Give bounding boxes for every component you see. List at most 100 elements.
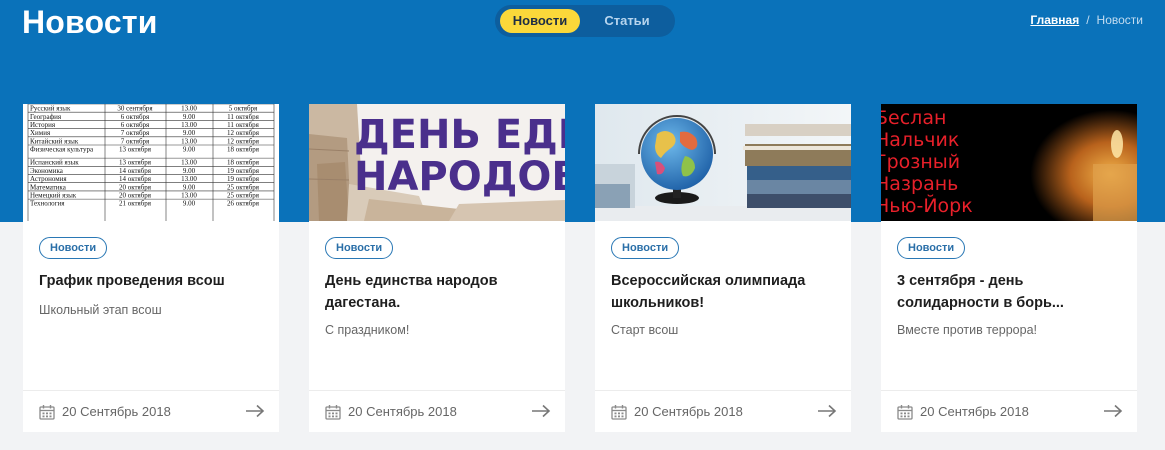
card-footer: 20 Сентябрь 2018 bbox=[23, 390, 279, 432]
schedule-cell: 9.00 bbox=[183, 167, 196, 175]
card-title[interactable]: Всероссийская олимпиада школьников! bbox=[611, 270, 837, 314]
schedule-cell: Китайский язык bbox=[30, 137, 79, 145]
schedule-cell: Русский язык bbox=[30, 105, 71, 113]
schedule-cell: Физическая культура bbox=[30, 146, 94, 154]
card-footer: 20 Сентябрь 2018 bbox=[881, 390, 1137, 432]
news-card[interactable]: ДЕНЬ ЕДИН НАРОДОВ Д Новости День единств… bbox=[309, 104, 565, 432]
card-excerpt: Школьный этап всош bbox=[39, 303, 162, 317]
schedule-cell: 26 октября bbox=[227, 200, 260, 208]
calendar-icon bbox=[39, 405, 55, 420]
schedule-cell: Математика bbox=[30, 183, 67, 191]
schedule-cell: 30 сентября bbox=[117, 105, 153, 113]
schedule-cell: Астрономия bbox=[30, 175, 67, 183]
schedule-cell: Экономика bbox=[30, 167, 64, 175]
page-title: Новости bbox=[22, 4, 158, 40]
card-excerpt: Старт всош bbox=[611, 323, 679, 337]
category-badge[interactable]: Новости bbox=[897, 237, 966, 259]
card-date: 20 Сентябрь 2018 bbox=[62, 404, 171, 419]
schedule-cell: 12 октября bbox=[227, 137, 260, 145]
schedule-cell: География bbox=[30, 113, 62, 121]
card-title[interactable]: 3 сентября - день солидарности в борь... bbox=[897, 270, 1123, 314]
unity-day-line2: НАРОДОВ Д bbox=[354, 154, 565, 200]
schedule-cell: 13.00 bbox=[181, 159, 197, 167]
solidarity-image: БесланНальчикГрозныйНазраньНью-Йорк bbox=[881, 104, 1137, 221]
arrow-right-icon[interactable] bbox=[817, 404, 837, 418]
schedule-cell: 18 октября bbox=[227, 146, 260, 154]
schedule-cell: 21 октября bbox=[119, 200, 152, 208]
city-name: Грозный bbox=[881, 151, 960, 173]
schedule-cell: 13.00 bbox=[181, 137, 197, 145]
city-name: Нальчик bbox=[881, 129, 959, 151]
schedule-cell: Технология bbox=[30, 200, 65, 208]
schedule-cell: 6 октября bbox=[121, 121, 150, 129]
breadcrumb-current: Новости bbox=[1096, 13, 1143, 27]
calendar-icon bbox=[897, 405, 913, 420]
section-switcher: Новости Статьи bbox=[495, 5, 675, 37]
schedule-cell: История bbox=[30, 121, 56, 129]
schedule-cell: 7 октября bbox=[121, 137, 150, 145]
city-name: Беслан bbox=[881, 107, 946, 129]
schedule-cell: 13.00 bbox=[181, 105, 197, 113]
schedule-cell: 20 октября bbox=[119, 192, 152, 200]
city-name: Назрань bbox=[881, 173, 958, 195]
tab-articles[interactable]: Статьи bbox=[587, 9, 667, 33]
category-badge[interactable]: Новости bbox=[325, 237, 394, 259]
card-excerpt: С праздником! bbox=[325, 323, 410, 337]
card-title[interactable]: График проведения всош bbox=[39, 270, 265, 292]
schedule-cell: 6 октября bbox=[121, 113, 150, 121]
card-image-olympiad[interactable] bbox=[595, 104, 851, 221]
tab-news[interactable]: Новости bbox=[500, 9, 580, 33]
schedule-cell: 9.00 bbox=[183, 113, 196, 121]
schedule-cell: Испанский язык bbox=[30, 159, 79, 167]
card-excerpt: Вместе против террора! bbox=[897, 323, 1037, 337]
schedule-cell: 9.00 bbox=[183, 200, 196, 208]
schedule-cell: 11 октября bbox=[227, 113, 260, 121]
news-card[interactable]: Русский язык 30 сентября 13.00 5 октября Гео… bbox=[23, 104, 279, 432]
card-footer: 20 Сентябрь 2018 bbox=[595, 390, 851, 432]
news-card[interactable]: Новости Всероссийская олимпиада школьник… bbox=[595, 104, 851, 432]
schedule-cell: 9.00 bbox=[183, 183, 196, 191]
schedule-cell: 13.00 bbox=[181, 121, 197, 129]
schedule-cell: 25 октября bbox=[227, 192, 260, 200]
calendar-icon bbox=[325, 405, 341, 420]
card-title[interactable]: День единства народов дагестана. bbox=[325, 270, 551, 314]
globe-books-image bbox=[595, 104, 851, 221]
schedule-cell: Химия bbox=[30, 129, 51, 137]
category-badge[interactable]: Новости bbox=[611, 237, 680, 259]
breadcrumb-separator: / bbox=[1086, 13, 1090, 27]
schedule-table-image: Русский язык 30 сентября 13.00 5 октября Гео… bbox=[23, 104, 279, 221]
schedule-cell: 14 октября bbox=[119, 167, 152, 175]
arrow-right-icon[interactable] bbox=[245, 404, 265, 418]
card-image-schedule[interactable]: Русский язык 30 сентября 13.00 5 октября Гео… bbox=[23, 104, 279, 221]
card-image-unity-day[interactable]: ДЕНЬ ЕДИН НАРОДОВ Д bbox=[309, 104, 565, 221]
city-name: Нью-Йорк bbox=[881, 194, 973, 217]
schedule-cell: Немецкий язык bbox=[30, 192, 77, 200]
schedule-cell: 11 октября bbox=[227, 121, 260, 129]
arrow-right-icon[interactable] bbox=[1103, 404, 1123, 418]
arrow-right-icon[interactable] bbox=[531, 404, 551, 418]
breadcrumb: Главная / Новости bbox=[1030, 13, 1143, 27]
card-date: 20 Сентябрь 2018 bbox=[920, 404, 1029, 419]
breadcrumb-home-link[interactable]: Главная bbox=[1030, 13, 1079, 27]
card-footer: 20 Сентябрь 2018 bbox=[309, 390, 565, 432]
schedule-cell: 13.00 bbox=[181, 175, 197, 183]
schedule-cell: 13 октября bbox=[119, 146, 152, 154]
card-image-solidarity[interactable]: Беслан Нальчик Грозный Назрань Нью-Йорк bbox=[881, 104, 1137, 221]
card-date: 20 Сентябрь 2018 bbox=[348, 404, 457, 419]
schedule-cell: 7 октября bbox=[121, 129, 150, 137]
schedule-cell: 14 октября bbox=[119, 175, 152, 183]
card-date: 20 Сентябрь 2018 bbox=[634, 404, 743, 419]
calendar-icon bbox=[611, 405, 627, 420]
schedule-cell: 13 октября bbox=[119, 159, 152, 167]
unity-day-image: ДЕНЬ ЕДИН НАРОДОВ Д bbox=[309, 104, 565, 221]
schedule-cell: 13.00 bbox=[181, 192, 197, 200]
schedule-cell: 12 октября bbox=[227, 129, 260, 137]
unity-day-line1: ДЕНЬ ЕДИН bbox=[354, 112, 565, 158]
schedule-cell: 18 октября bbox=[227, 159, 260, 167]
category-badge[interactable]: Новости bbox=[39, 237, 108, 259]
schedule-cell: 9.00 bbox=[183, 129, 196, 137]
schedule-cell: 5 октября bbox=[229, 105, 258, 113]
schedule-cell: 20 октября bbox=[119, 183, 152, 191]
schedule-cell: 9.00 bbox=[183, 146, 196, 154]
news-card[interactable]: Беслан Нальчик Грозный Назрань Нью-Йорк Ново… bbox=[881, 104, 1137, 432]
